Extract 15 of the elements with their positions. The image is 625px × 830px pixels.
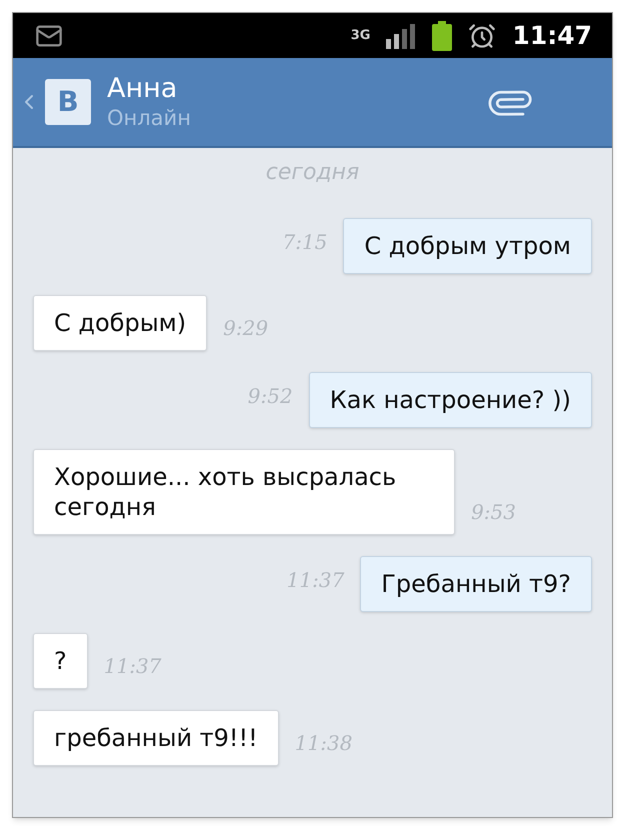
- contact-status: Онлайн: [107, 105, 191, 131]
- battery-icon: [432, 20, 452, 50]
- message-bubble: С добрым): [33, 295, 208, 351]
- message-bubble: гребанный т9!!!: [33, 710, 279, 766]
- message-bubble: Гребанный т9?: [360, 556, 592, 612]
- app-logo: B: [45, 79, 91, 125]
- network-indicator: 3G: [350, 29, 370, 42]
- message-bubble: С добрым утром: [343, 218, 592, 274]
- alarm-icon: [468, 22, 496, 50]
- contact-name: Анна: [107, 73, 178, 105]
- clock-time: 11:47: [512, 20, 592, 52]
- message-bubble: ?: [33, 633, 88, 689]
- message-bubble: Как настроение? )): [308, 372, 592, 428]
- message-bubble: Хорошие... хоть высралась сегодня: [33, 449, 456, 535]
- signal-icon: [386, 22, 416, 48]
